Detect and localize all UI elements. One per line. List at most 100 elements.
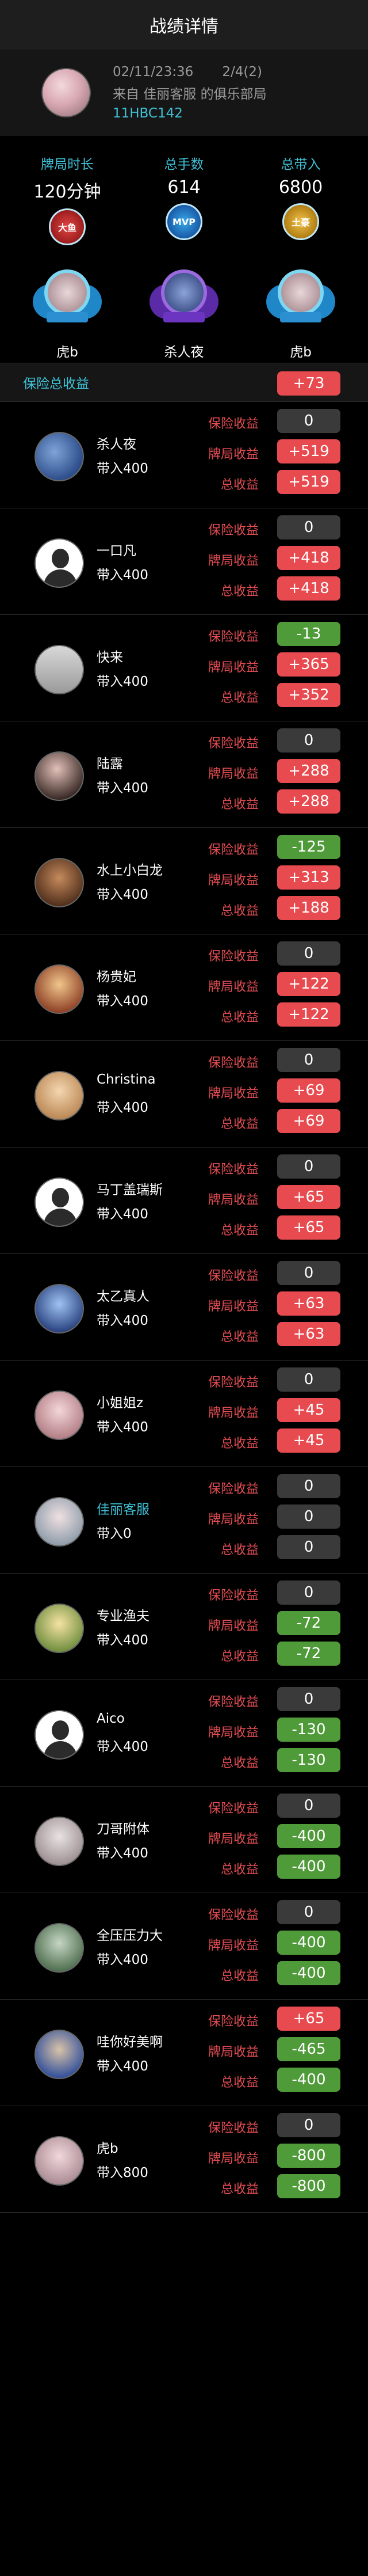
metric-total-label: 总收益 [220,2182,259,2197]
game-hands-ratio: 2/4(2) [222,64,262,79]
metric-total-label: 总收益 [220,1224,259,1238]
player-row[interactable]: Aico 带入400 保险收益 0 牌局收益 -130 总收益 -130 [0,1680,368,1787]
metric-hand-label: 牌局收益 [208,660,259,675]
metric-hand: 牌局收益 0 [190,1504,345,1529]
player-avatar[interactable] [34,1390,84,1440]
metric-insurance-label: 保险收益 [208,1695,259,1709]
metric-total: 总收益 +69 [190,1109,345,1133]
metric-insurance-label: 保险收益 [208,630,259,644]
metric-insurance-value: 0 [277,515,340,539]
metric-hand-value: 0 [277,1504,340,1529]
game-info-card: 02/11/23:36 2/4(2) 来自 佳丽客服 的俱乐部局 11HBC14… [0,50,368,136]
player-avatar[interactable] [34,1071,84,1120]
player-buyin: 带入400 [97,1952,148,1967]
player-avatar[interactable] [34,858,84,907]
host-avatar[interactable] [41,68,91,117]
player-avatar[interactable] [34,432,84,481]
player-buyin: 带入400 [97,1739,148,1754]
metric-hand-label: 牌局收益 [208,447,259,462]
metric-hand: 牌局收益 +418 [190,546,345,570]
metric-hand: 牌局收益 +519 [190,439,345,463]
player-avatar[interactable] [34,1177,84,1227]
player-row[interactable]: 虎b 带入800 保险收益 0 牌局收益 -800 总收益 -800 [0,2106,368,2213]
player-row[interactable]: 陆露 带入400 保险收益 0 牌局收益 +288 总收益 +288 [0,721,368,828]
player-avatar[interactable] [34,538,84,588]
mvp-badge-icon: MVP [166,203,202,240]
player-row[interactable]: 杨贵妃 带入400 保险收益 0 牌局收益 +122 总收益 +122 [0,934,368,1041]
player-row[interactable]: 太乙真人 带入400 保险收益 0 牌局收益 +63 总收益 +63 [0,1254,368,1361]
player-avatar[interactable] [34,2030,84,2079]
player-row[interactable]: Christina 带入400 保险收益 0 牌局收益 +69 总收益 +69 [0,1041,368,1148]
player-row[interactable]: 杀人夜 带入400 保险收益 0 牌局收益 +519 总收益 +519 [0,402,368,508]
metric-hand: 牌局收益 -465 [190,2037,345,2061]
metric-hand-label: 牌局收益 [208,1939,259,1953]
player-row[interactable]: 一口凡 带入400 保险收益 0 牌局收益 +418 总收益 +418 [0,508,368,615]
metric-hand-value: -400 [277,1824,340,1848]
metric-hand-label: 牌局收益 [208,1832,259,1846]
player-row[interactable]: 小姐姐z 带入400 保险收益 0 牌局收益 +45 总收益 +45 [0,1361,368,1467]
player-row[interactable]: 专业渔夫 带入400 保险收益 0 牌局收益 -72 总收益 -72 [0,1574,368,1680]
winner-tycoon[interactable]: 虎b [252,269,350,360]
player-name: 刀哥附体 [97,1822,150,1837]
player-avatar[interactable] [34,1497,84,1547]
player-row[interactable]: 水上小白龙 带入400 保险收益 -125 牌局收益 +313 总收益 +188 [0,828,368,934]
metric-hand: 牌局收益 +45 [190,1398,345,1422]
metric-hand-label: 牌局收益 [208,2152,259,2166]
metric-hand: 牌局收益 -72 [190,1611,345,1635]
metric-total: 总收益 0 [190,1535,345,1559]
player-avatar[interactable] [34,1710,84,1760]
metric-hand-value: +69 [277,1078,340,1103]
metric-total-value: -130 [277,1748,340,1772]
metric-insurance: 保险收益 0 [190,1794,345,1818]
player-buyin: 带入0 [97,1526,132,1541]
winner-mvp[interactable]: 杀人夜 [135,269,233,360]
game-time-row: 02/11/23:36 2/4(2) [113,64,267,79]
player-name: 虎b [97,2141,118,2156]
metric-hand-value: -400 [277,1931,340,1955]
player-buyin: 带入400 [97,887,148,902]
metric-insurance-value: 0 [277,1474,340,1498]
metric-insurance: 保险收益 0 [190,1687,345,1711]
metric-insurance: 保险收益 +65 [190,2007,345,2031]
metric-total-label: 总收益 [220,1010,259,1025]
player-avatar[interactable] [34,1284,84,1333]
player-row[interactable]: 马丁盖瑞斯 带入400 保险收益 0 牌局收益 +65 总收益 +65 [0,1148,368,1254]
metric-insurance: 保险收益 0 [190,1048,345,1072]
metric-insurance: 保险收益 0 [190,728,345,753]
metric-insurance-value: 0 [277,728,340,753]
player-row[interactable]: 刀哥附体 带入400 保险收益 0 牌局收益 -400 总收益 -400 [0,1787,368,1893]
metric-total-value: -400 [277,1855,340,1879]
player-name: 快来 [97,650,123,665]
metric-total-value: -800 [277,2174,340,2198]
metric-insurance: 保险收益 0 [190,1367,345,1392]
metric-insurance: 保险收益 0 [190,941,345,966]
player-name: 小姐姐z [97,1396,144,1411]
winner-big-fish[interactable]: 虎b [18,269,116,360]
player-avatar[interactable] [34,2136,84,2186]
stat-hands-label: 总手数 [164,157,204,172]
player-avatar[interactable] [34,964,84,1014]
player-row[interactable]: 佳丽客服 带入0 保险收益 0 牌局收益 0 总收益 0 [0,1467,368,1574]
player-avatar[interactable] [34,645,84,694]
metric-insurance-label: 保险收益 [208,1056,259,1070]
player-row[interactable]: 快来 带入400 保险收益 -13 牌局收益 +365 总收益 +352 [0,615,368,721]
player-row[interactable]: 全压压力大 带入400 保险收益 0 牌局收益 -400 总收益 -400 [0,1893,368,2000]
metric-hand: 牌局收益 -400 [190,1824,345,1848]
player-avatar[interactable] [34,1923,84,1973]
metric-total-label: 总收益 [220,1969,259,1984]
player-avatar[interactable] [34,1817,84,1866]
player-row[interactable]: 哇你好美啊 带入400 保险收益 +65 牌局收益 -465 总收益 -400 [0,2000,368,2106]
winner-name: 虎b [290,345,312,360]
player-name: 专业渔夫 [97,1609,150,1624]
player-name: 太乙真人 [97,1289,150,1304]
player-avatar[interactable] [34,1604,84,1653]
player-buyin: 带入400 [97,1207,148,1222]
player-buyin: 带入400 [97,1420,148,1435]
player-avatar[interactable] [34,751,84,801]
metric-insurance: 保险收益 -125 [190,835,345,859]
metric-insurance-value: 0 [277,1900,340,1924]
insurance-total-value: +73 [277,371,340,396]
winner-name: 虎b [56,345,78,360]
metric-insurance-label: 保险收益 [208,2121,259,2136]
metric-hand: 牌局收益 +122 [190,972,345,996]
